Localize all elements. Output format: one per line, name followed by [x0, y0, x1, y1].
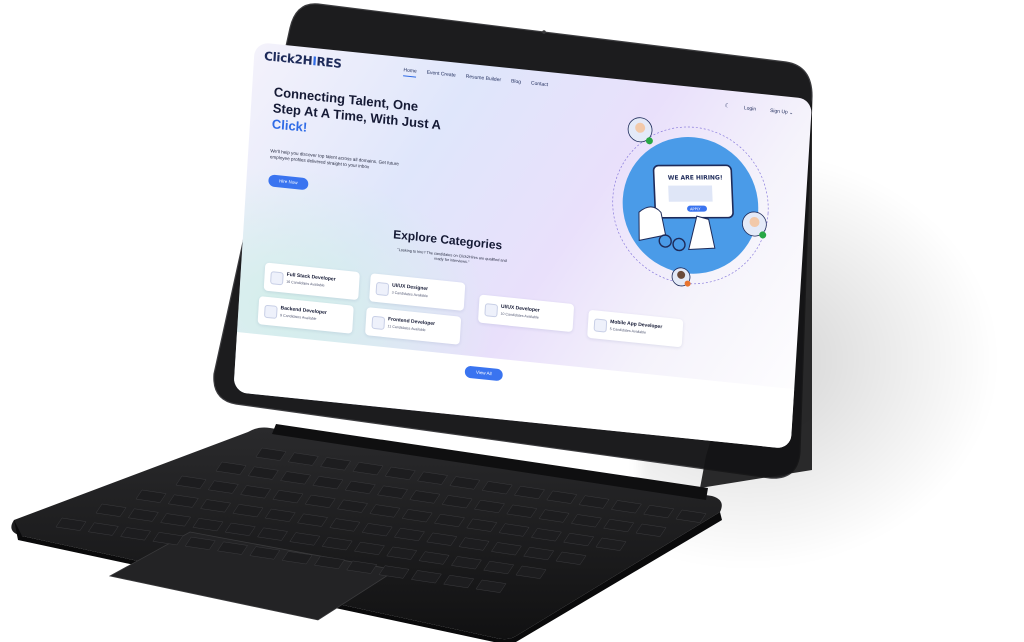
- app-screen: Click2HIRES Home Event Create Resume Bui…: [233, 42, 813, 450]
- nav-link-resume-builder[interactable]: Resume Builder: [465, 74, 501, 87]
- nav-actions: ☾ Login Sign Up ⌄: [724, 102, 793, 116]
- nav-link-home[interactable]: Home: [403, 67, 417, 78]
- nav-link-contact[interactable]: Contact: [531, 80, 549, 91]
- hiring-illustration: WE ARE HIRING! APPLY: [612, 117, 769, 287]
- phone-icon: [593, 318, 608, 333]
- avatar-top: [627, 117, 653, 145]
- brand-logo[interactable]: Click2HIRES: [264, 49, 342, 71]
- layers-icon: [371, 315, 386, 330]
- login-link[interactable]: Login: [744, 105, 757, 112]
- server-icon: [263, 304, 278, 319]
- nav-link-event-create[interactable]: Event Create: [426, 70, 455, 82]
- mobile-design-icon: [484, 303, 499, 318]
- hiring-banner-text: WE ARE HIRING!: [668, 174, 723, 181]
- nav-link-blog[interactable]: Blog: [511, 78, 521, 88]
- signup-dropdown[interactable]: Sign Up ⌄: [770, 107, 794, 115]
- nav-links: Home Event Create Resume Builder Blog Co…: [403, 67, 548, 91]
- apply-button-text: APPLY: [690, 207, 701, 211]
- hero-title-highlight: Click!: [271, 116, 308, 135]
- category-card-mobile-app[interactable]: Mobile App Developer 5 Candidates Availa…: [587, 309, 684, 348]
- code-icon: [270, 271, 284, 286]
- design-icon: [375, 281, 390, 297]
- dark-mode-moon-icon[interactable]: ☾: [724, 102, 730, 110]
- hero-title: Connecting Talent, One Step At A Time, W…: [271, 84, 441, 135]
